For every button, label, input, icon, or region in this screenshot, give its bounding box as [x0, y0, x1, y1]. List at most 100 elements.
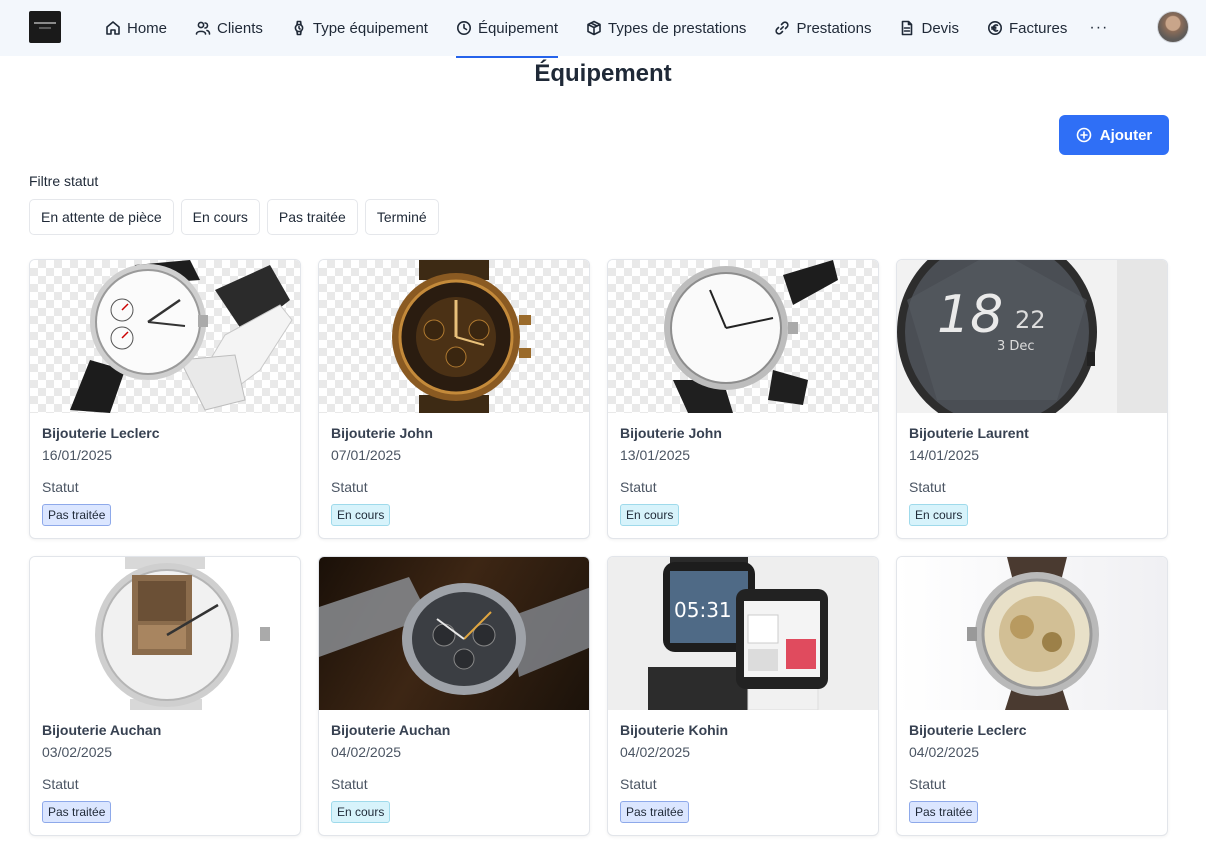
card-date: 04/02/2025 [620, 744, 691, 760]
card-shop-name: Bijouterie John [331, 425, 433, 441]
status-badge: Pas traitée [42, 504, 112, 526]
more-icon: ··· [1089, 19, 1109, 36]
status-badge: Pas traitée [620, 801, 690, 823]
file-icon [902, 20, 913, 36]
page-title: Équipement [534, 60, 672, 87]
card-date: 03/02/2025 [42, 744, 113, 760]
round-smartwatch-image: 18 22 3 Dec [897, 260, 1167, 413]
chronograph-watch-image [70, 260, 293, 413]
status-badge: En cours [331, 504, 391, 526]
add-button-label: Ajouter [1099, 126, 1153, 144]
card-date: 14/01/2025 [909, 447, 980, 463]
card-status-label: Statut [620, 776, 657, 792]
watch-icon [294, 20, 304, 36]
smartwatch-hour: 18 [937, 285, 1003, 345]
minimal-watch-image [664, 260, 838, 413]
status-badge: Pas traitée [42, 801, 112, 823]
status-badge: Pas traitée [909, 801, 979, 823]
equipment-card[interactable]: Bijouterie Leclerc 04/02/2025 Statut Pas… [896, 556, 1168, 836]
card-date: 04/02/2025 [909, 744, 980, 760]
nav-item-types-prestations[interactable]: Types de prestations [586, 0, 746, 56]
card-status-label: Statut [42, 479, 79, 495]
nav-item-factures[interactable]: Factures [987, 0, 1067, 56]
smartwatch-date: 3 Dec [997, 339, 1035, 354]
equipment-image [30, 260, 300, 413]
equipment-card[interactable]: Bijouterie Auchan 04/02/2025 Statut En c… [318, 556, 590, 836]
filter-chip-pas-traitee[interactable]: Pas traitée [266, 199, 358, 235]
card-date: 07/01/2025 [331, 447, 402, 463]
status-badge: En cours [909, 504, 969, 526]
nav-item-label: Clients [217, 19, 263, 37]
equipment-card[interactable]: Bijouterie John 07/01/2025 Statut En cou… [318, 259, 590, 539]
card-date: 13/01/2025 [620, 447, 691, 463]
plus-circle-icon [1076, 127, 1092, 143]
nav-item-label: Factures [1009, 19, 1068, 37]
nav-item-label: Type équipement [312, 19, 428, 37]
picture-dial-watch-image [95, 557, 270, 710]
nav-item-label: Home [127, 19, 168, 37]
card-status-label: Statut [331, 776, 368, 792]
equipment-card[interactable]: 05:31 Bijouterie Kohin 04/02/2025 Statut… [607, 556, 879, 836]
nav-item-label: Prestations [796, 19, 872, 37]
open-caseback-watch-image [967, 557, 1099, 710]
link-icon [775, 21, 790, 35]
home-icon [106, 21, 120, 35]
card-shop-name: Bijouterie Laurent [909, 425, 1029, 441]
card-status-label: Statut [331, 479, 368, 495]
euro-icon [988, 21, 1002, 35]
equipment-card[interactable]: Bijouterie Leclerc 16/01/2025 Statut Pas… [29, 259, 301, 539]
brand-logo[interactable] [29, 11, 61, 43]
card-shop-name: Bijouterie Auchan [42, 722, 162, 738]
add-button[interactable]: Ajouter [1059, 115, 1169, 155]
steel-chronograph-image [319, 577, 589, 695]
card-date: 16/01/2025 [42, 447, 113, 463]
box-icon [587, 20, 601, 36]
filter-chip-termine[interactable]: Terminé [364, 199, 439, 235]
equipment-card[interactable]: Bijouterie John 13/01/2025 Statut En cou… [607, 259, 879, 539]
equipment-image [897, 557, 1167, 710]
smartwatch-minute: 22 [1015, 306, 1046, 334]
equipment-image: 05:31 [608, 557, 878, 710]
nav-item-label: Types de prestations [608, 19, 747, 37]
equipment-image: 18 22 3 Dec [897, 260, 1167, 413]
more-menu-button[interactable]: ··· [1089, 0, 1108, 56]
filter-label: Filtre statut [29, 173, 99, 189]
card-status-label: Statut [909, 776, 946, 792]
nav-item-type-equipement[interactable]: Type équipement [291, 0, 428, 56]
status-badge: En cours [620, 504, 680, 526]
card-status-label: Statut [42, 776, 79, 792]
card-shop-name: Bijouterie Leclerc [909, 722, 1027, 738]
equipment-image [30, 557, 300, 710]
status-filter-group: En attente de pièce En cours Pas traitée… [29, 199, 446, 235]
equipment-grid: Bijouterie Leclerc 16/01/2025 Statut Pas… [29, 259, 1169, 836]
main-nav: Home Clients Type équipement Équipement … [105, 0, 1136, 58]
users-icon [195, 21, 211, 35]
top-navbar: Home Clients Type équipement Équipement … [0, 0, 1206, 58]
filter-chip-en-attente[interactable]: En attente de pièce [29, 199, 174, 235]
equipment-image [319, 260, 589, 413]
card-shop-name: Bijouterie Kohin [620, 722, 729, 738]
square-smartwatches-image: 05:31 [648, 557, 828, 710]
square-watch-time: 05:31 [674, 598, 732, 622]
equipment-image [608, 260, 878, 413]
nav-item-equipement[interactable]: Équipement [455, 0, 559, 58]
bronze-watch-image [392, 260, 531, 413]
card-date: 04/02/2025 [331, 744, 402, 760]
nav-item-label: Devis [921, 19, 959, 37]
nav-item-devis[interactable]: Devis [899, 0, 959, 56]
filter-chip-en-cours[interactable]: En cours [180, 199, 260, 235]
nav-item-prestations[interactable]: Prestations [774, 0, 871, 56]
user-avatar[interactable] [1157, 11, 1189, 43]
card-status-label: Statut [909, 479, 946, 495]
equipment-card[interactable]: 18 22 3 Dec Bijouterie Laurent 14/01/202… [896, 259, 1168, 539]
card-shop-name: Bijouterie Auchan [331, 722, 451, 738]
nav-item-label: Équipement [477, 19, 559, 37]
nav-item-clients[interactable]: Clients [195, 0, 263, 56]
status-badge: En cours [331, 801, 391, 823]
card-shop-name: Bijouterie John [620, 425, 722, 441]
equipment-card[interactable]: Bijouterie Auchan 03/02/2025 Statut Pas … [29, 556, 301, 836]
card-shop-name: Bijouterie Leclerc [42, 425, 160, 441]
equipment-image [319, 557, 589, 710]
nav-item-home[interactable]: Home [105, 0, 167, 56]
clock-icon [456, 21, 471, 35]
